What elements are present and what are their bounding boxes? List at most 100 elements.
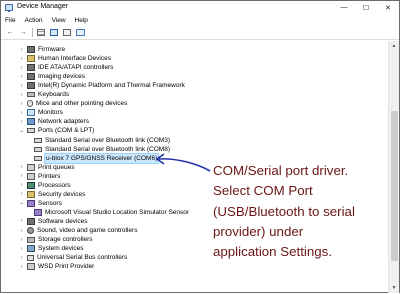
menu-view[interactable]: View xyxy=(52,17,66,24)
chevron-right-icon[interactable]: › xyxy=(18,45,25,54)
help-icon[interactable] xyxy=(49,28,59,38)
tree-category[interactable]: › Human Interface Devices xyxy=(18,54,111,63)
tree-category[interactable]: › System devices xyxy=(18,244,84,253)
tree-item-label: u-blox 7 GPS/GNSS Receiver (COM6) xyxy=(43,152,160,164)
monitor-icon xyxy=(27,109,35,117)
tree-category[interactable]: › Imaging devices xyxy=(18,72,85,81)
tree-item-label: Processors xyxy=(38,181,71,189)
forward-arrow-icon[interactable]: → xyxy=(18,28,28,38)
tree-category[interactable]: › Network adapters xyxy=(18,117,89,126)
properties-icon[interactable] xyxy=(36,28,46,38)
tree-category[interactable]: ⌄ Sensors xyxy=(18,199,62,208)
software-icon xyxy=(27,217,35,225)
port-icon xyxy=(27,128,35,134)
sensor-icon xyxy=(27,199,35,207)
tree-device[interactable]: Standard Serial over Bluetooth link (COM… xyxy=(32,145,170,154)
chevron-right-icon[interactable]: › xyxy=(18,99,25,108)
toolbar: ← → xyxy=(1,26,399,40)
chevron-right-icon[interactable]: › xyxy=(18,72,25,81)
chevron-right-icon[interactable]: › xyxy=(18,63,25,72)
tree-item-label: Sensors xyxy=(38,199,62,207)
tree-category[interactable]: › Keyboards xyxy=(18,90,70,99)
close-button[interactable]: ✕ xyxy=(377,1,399,14)
chevron-right-icon[interactable]: › xyxy=(18,90,25,99)
keyboard-icon xyxy=(27,92,35,98)
tree-category[interactable]: › Storage controllers xyxy=(18,235,93,244)
tree-category[interactable]: › Software devices xyxy=(18,217,88,226)
storage-icon xyxy=(27,236,35,243)
port-icon xyxy=(34,146,42,152)
menu-help[interactable]: Help xyxy=(75,17,88,24)
tree-category[interactable]: › Sound, video and game controllers xyxy=(18,226,137,235)
chevron-right-icon[interactable]: › xyxy=(18,190,25,199)
menu-bar: File Action View Help xyxy=(1,14,399,26)
scroll-up-icon[interactable]: ▲ xyxy=(389,41,399,51)
tree-device[interactable]: u-blox 7 GPS/GNSS Receiver (COM6) xyxy=(32,152,160,164)
tree-item-label: Microsoft Visual Studio Location Simulat… xyxy=(45,208,190,216)
network-icon xyxy=(27,118,35,126)
printer-icon xyxy=(27,263,35,271)
tree-category[interactable]: › Universal Serial Bus controllers xyxy=(18,253,128,262)
tree-category[interactable]: ⌄ Ports (COM & LPT) xyxy=(18,126,94,135)
chevron-down-icon[interactable]: ⌄ xyxy=(18,199,25,208)
chevron-right-icon[interactable]: › xyxy=(18,163,25,172)
tree-item-label: Standard Serial over Bluetooth link (COM… xyxy=(45,136,171,144)
tree-item-label: Ports (COM & LPT) xyxy=(38,127,95,135)
tree-category[interactable]: › Printers xyxy=(18,172,60,181)
monitor-icon[interactable] xyxy=(75,28,85,38)
menu-action[interactable]: Action xyxy=(24,17,42,24)
tree-device[interactable]: Microsoft Visual Studio Location Simulat… xyxy=(32,208,189,217)
tree-item-label: WSD Print Provider xyxy=(38,263,95,271)
tree-item-label: Monitors xyxy=(38,109,63,117)
back-arrow-icon[interactable]: ← xyxy=(5,28,15,38)
chevron-right-icon[interactable]: › xyxy=(18,54,25,63)
sensor-icon xyxy=(34,208,42,216)
chevron-down-icon[interactable]: ⌄ xyxy=(18,126,25,135)
window-title: Device Manager xyxy=(17,3,68,10)
tree-item-label: Keyboards xyxy=(38,91,70,99)
details-view-icon[interactable] xyxy=(62,28,72,38)
tree-category[interactable]: › Processors xyxy=(18,181,71,190)
tree-category[interactable]: › Monitors xyxy=(18,108,63,117)
scroll-down-icon[interactable]: ▼ xyxy=(389,283,399,293)
chevron-right-icon[interactable]: › xyxy=(18,217,25,226)
tree-category[interactable]: › Mice and other pointing devices xyxy=(18,99,127,108)
port-icon xyxy=(34,155,42,161)
tree-item-label: Mice and other pointing devices xyxy=(36,100,128,108)
chevron-right-icon[interactable]: › xyxy=(18,226,25,235)
tree-device[interactable]: Standard Serial over Bluetooth link (COM… xyxy=(32,136,170,145)
chevron-right-icon[interactable]: › xyxy=(18,235,25,244)
tree-item-label: Intel(R) Dynamic Platform and Thermal Fr… xyxy=(38,82,185,90)
cpu-icon xyxy=(27,181,35,189)
tree-item-label: Standard Serial over Bluetooth link (COM… xyxy=(45,145,171,153)
chevron-right-icon[interactable]: › xyxy=(18,117,25,126)
tree-category[interactable]: › Intel(R) Dynamic Platform and Thermal F… xyxy=(18,81,185,90)
chevron-right-icon[interactable]: › xyxy=(18,244,25,253)
tree-category[interactable]: › WSD Print Provider xyxy=(18,262,94,271)
chevron-right-icon[interactable]: › xyxy=(18,262,25,271)
tree-item-label: Printers xyxy=(38,172,61,180)
mouse-icon xyxy=(27,100,33,108)
maximize-button[interactable]: ☐ xyxy=(355,1,377,14)
minimize-button[interactable]: — xyxy=(333,1,355,14)
chevron-right-icon[interactable]: › xyxy=(18,181,25,190)
system-icon xyxy=(27,245,35,253)
chevron-right-icon[interactable]: › xyxy=(18,172,25,181)
tree-category[interactable]: › Print queues xyxy=(18,163,75,172)
tree-category[interactable]: › Firmware xyxy=(18,45,65,54)
chevron-right-icon[interactable]: › xyxy=(18,81,25,90)
tree-item-label: IDE ATA/ATAPI controllers xyxy=(38,64,114,72)
port-icon xyxy=(34,137,42,143)
chevron-right-icon[interactable]: › xyxy=(18,253,25,262)
tree-category[interactable]: › IDE ATA/ATAPI controllers xyxy=(18,63,113,72)
window-controls: — ☐ ✕ xyxy=(333,1,399,14)
chevron-right-icon[interactable]: › xyxy=(18,108,25,117)
device-manager-icon xyxy=(5,4,13,12)
annotation-line: application Settings. xyxy=(213,244,333,260)
tree-item-label: Universal Serial Bus controllers xyxy=(37,254,128,262)
menu-file[interactable]: File xyxy=(5,17,15,24)
tree-item-label: Print queues xyxy=(38,163,75,171)
sound-icon xyxy=(27,227,34,234)
camera-icon xyxy=(27,73,35,81)
tree-category[interactable]: › Security devices xyxy=(18,190,85,199)
